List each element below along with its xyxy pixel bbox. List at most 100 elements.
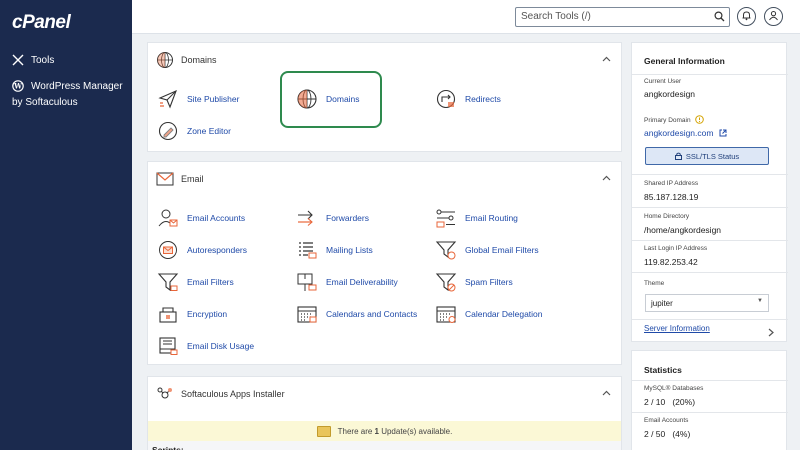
topbar: Search Tools (/) xyxy=(132,0,800,34)
email-panel-header[interactable]: Email xyxy=(148,162,621,196)
tool-email-deliverability[interactable]: Email Deliverability xyxy=(296,271,398,293)
sidebar-item-wordpress[interactable]: W WordPress Manager xyxy=(12,80,123,92)
tool-label: Redirects xyxy=(465,94,501,104)
general-information-card: General Information Current User angkord… xyxy=(631,42,788,342)
tool-autoresponders[interactable]: Autoresponders xyxy=(157,239,247,261)
tool-global-email-filters[interactable]: Global Email Filters xyxy=(435,239,539,261)
mysql-databases-value: 2 / 10 (20%) xyxy=(644,397,696,407)
last-login-ip-value: 119.82.253.42 xyxy=(644,257,698,267)
current-user-label: Current User xyxy=(644,78,682,85)
domains-panel-header[interactable]: Domains xyxy=(148,43,621,77)
tool-spam-filters[interactable]: Spam Filters xyxy=(435,271,513,293)
tool-label: Encryption xyxy=(187,309,228,319)
divider xyxy=(632,207,788,208)
chevron-up-icon[interactable] xyxy=(602,173,611,183)
softaculous-icon xyxy=(156,385,174,403)
tool-label: Global Email Filters xyxy=(465,245,539,255)
primary-domain-label-text: Primary Domain xyxy=(644,117,691,125)
chevron-up-icon[interactable] xyxy=(602,54,611,64)
external-link-icon[interactable] xyxy=(719,129,727,139)
home-directory-value: /home/angkordesign xyxy=(644,225,722,235)
notifications-button[interactable] xyxy=(737,7,756,26)
info-icon[interactable] xyxy=(695,115,705,126)
theme-select-value: jupiter xyxy=(651,299,673,308)
ssl-tls-status-button[interactable]: SSL/TLS Status xyxy=(645,147,769,165)
zone-editor-icon xyxy=(157,120,179,142)
tool-email-accounts[interactable]: Email Accounts xyxy=(157,207,245,229)
notice-text-post: Update(s) available. xyxy=(378,426,453,436)
envelope-icon xyxy=(156,170,174,188)
tool-zone-editor[interactable]: Zone Editor xyxy=(157,120,231,142)
softaculous-panel-header[interactable]: Softaculous Apps Installer xyxy=(148,377,621,411)
primary-domain-link[interactable]: angkordesign.com xyxy=(644,128,727,139)
home-directory-label: Home Directory xyxy=(644,213,690,220)
email-accounts-value: 2 / 50 (4%) xyxy=(644,429,691,439)
update-badge-icon xyxy=(316,425,331,437)
tool-calendars-and-contacts[interactable]: Calendars and Contacts xyxy=(296,303,417,325)
statistics-card: Statistics MySQL® Databases 2 / 10 (20%)… xyxy=(631,350,788,450)
tool-label: Calendars and Contacts xyxy=(326,309,418,319)
encryption-icon xyxy=(157,303,179,325)
tool-label: Forwarders xyxy=(326,213,369,223)
divider xyxy=(632,319,788,320)
email-accounts-label: Email Accounts xyxy=(644,417,689,424)
tool-forwarders[interactable]: Forwarders xyxy=(296,207,369,229)
paper-plane-icon xyxy=(157,88,179,110)
tool-encryption[interactable]: Encryption xyxy=(157,303,227,325)
server-information-link[interactable]: Server Information xyxy=(644,324,710,333)
chevron-down-icon: ▼ xyxy=(757,298,763,304)
tool-label: Mailing Lists xyxy=(326,245,373,255)
divider xyxy=(632,240,788,241)
search-input[interactable]: Search Tools (/) xyxy=(515,7,730,27)
current-user-value: angkordesign xyxy=(644,89,696,99)
tool-redirects[interactable]: Redirects xyxy=(435,88,501,110)
chevron-right-icon[interactable] xyxy=(768,324,774,342)
user-icon xyxy=(768,8,779,26)
tool-email-filters[interactable]: Email Filters xyxy=(157,271,234,293)
tool-label: Zone Editor xyxy=(187,126,231,136)
domains-panel-title: Domains xyxy=(181,55,217,65)
primary-domain-value[interactable]: angkordesign.com xyxy=(644,128,713,138)
tool-label: Spam Filters xyxy=(465,277,513,287)
shared-ip-label: Shared IP Address xyxy=(644,180,699,187)
autoresponders-icon xyxy=(157,239,179,261)
softaculous-panel-title: Softaculous Apps Installer xyxy=(181,389,285,399)
email-filters-icon xyxy=(157,271,179,293)
calendar-icon xyxy=(296,303,318,325)
divider xyxy=(632,174,788,175)
chevron-up-icon[interactable] xyxy=(602,388,611,398)
cpanel-logo[interactable]: cPanel xyxy=(12,12,71,34)
email-accounts-icon xyxy=(157,207,179,229)
redirect-icon xyxy=(435,88,457,110)
theme-label: Theme xyxy=(644,280,665,287)
tool-label: Calendar Delegation xyxy=(465,309,543,319)
tool-calendar-delegation[interactable]: Calendar Delegation xyxy=(435,303,543,325)
calendar-delegation-icon xyxy=(435,303,457,325)
disk-usage-icon xyxy=(157,335,179,357)
divider xyxy=(632,74,788,75)
update-notice: There are 1 Update(s) available. xyxy=(148,421,621,441)
sidebar-item-tools[interactable]: Tools xyxy=(12,54,54,66)
domains-highlight-box xyxy=(280,71,382,128)
search-icon[interactable] xyxy=(714,11,725,25)
tool-label: Site Publisher xyxy=(187,94,240,104)
tool-label: Email Deliverability xyxy=(326,277,398,287)
divider xyxy=(632,412,788,413)
sidebar: cPanel Tools W WordPress Manager by Soft… xyxy=(0,0,132,450)
tool-label: Email Accounts xyxy=(187,213,246,223)
tool-site-publisher[interactable]: Site Publisher xyxy=(157,88,239,110)
shared-ip-value: 85.187.128.19 xyxy=(644,192,699,202)
tool-email-disk-usage[interactable]: Email Disk Usage xyxy=(157,335,254,357)
tool-mailing-lists[interactable]: Mailing Lists xyxy=(296,239,373,261)
primary-domain-label: Primary Domain xyxy=(644,115,705,126)
email-panel-title: Email xyxy=(181,174,204,184)
tool-email-routing[interactable]: Email Routing xyxy=(435,207,518,229)
wordpress-subtitle[interactable]: by Softaculous xyxy=(12,97,78,108)
divider xyxy=(632,380,788,381)
last-login-ip-label: Last Login IP Address xyxy=(644,245,708,252)
theme-select[interactable]: jupiter ▼ xyxy=(645,294,769,312)
user-menu-button[interactable] xyxy=(764,7,783,26)
globe-icon xyxy=(156,51,174,69)
tools-icon xyxy=(12,54,24,66)
lock-icon xyxy=(674,152,682,160)
